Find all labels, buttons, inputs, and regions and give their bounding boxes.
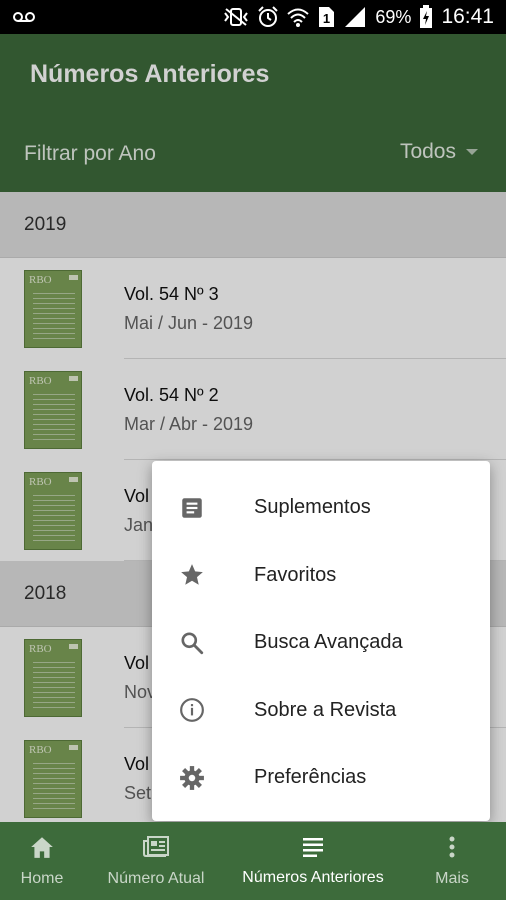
menu-item-label: Favoritos — [254, 563, 337, 586]
menu-item-label: Preferências — [254, 766, 367, 789]
nav-label: Mais — [435, 869, 469, 887]
nav-label: Números Anteriores — [242, 868, 384, 886]
bottom-nav: Home Número Atual Números Anteriores Mai… — [0, 822, 506, 900]
nav-numero-atual[interactable]: Número Atual — [84, 822, 228, 900]
overflow-menu: Suplementos Favoritos Busca Avançada Sob… — [152, 461, 490, 821]
sim-icon: 1 — [317, 6, 335, 28]
alarm-icon — [257, 6, 279, 28]
voicemail-icon — [12, 10, 36, 24]
list-icon — [301, 836, 325, 863]
battery-percent: 69% — [375, 6, 412, 27]
home-icon — [29, 835, 55, 864]
newspaper-icon — [142, 835, 170, 864]
search-icon — [178, 629, 206, 657]
menu-item-favoritos[interactable]: Favoritos — [152, 542, 490, 610]
menu-item-busca-avancada[interactable]: Busca Avançada — [152, 609, 490, 677]
clock: 16:41 — [441, 5, 494, 28]
more-vert-icon — [448, 835, 456, 864]
menu-item-suplementos[interactable]: Suplementos — [152, 474, 490, 542]
nav-mais[interactable]: Mais — [398, 822, 506, 900]
nav-numeros-anteriores[interactable]: Números Anteriores — [228, 822, 398, 900]
vibrate-off-icon — [223, 7, 249, 27]
menu-item-preferencias[interactable]: Preferências — [152, 744, 490, 812]
sim-slot: 1 — [323, 11, 330, 26]
status-bar: 1 69% 16:41 — [0, 0, 506, 34]
nav-home[interactable]: Home — [0, 822, 84, 900]
menu-item-label: Suplementos — [254, 496, 371, 519]
nav-label: Home — [20, 869, 64, 887]
wifi-icon — [287, 7, 310, 27]
battery-charging-icon — [419, 5, 433, 29]
menu-item-label: Sobre a Revista — [254, 698, 397, 721]
nav-label: Número Atual — [107, 869, 205, 887]
menu-item-sobre-a-revista[interactable]: Sobre a Revista — [152, 677, 490, 745]
star-icon — [178, 561, 206, 589]
signal-icon — [343, 6, 367, 28]
gear-icon — [178, 764, 206, 792]
info-icon — [178, 696, 206, 724]
menu-item-label: Busca Avançada — [254, 631, 403, 654]
article-icon — [178, 494, 206, 522]
